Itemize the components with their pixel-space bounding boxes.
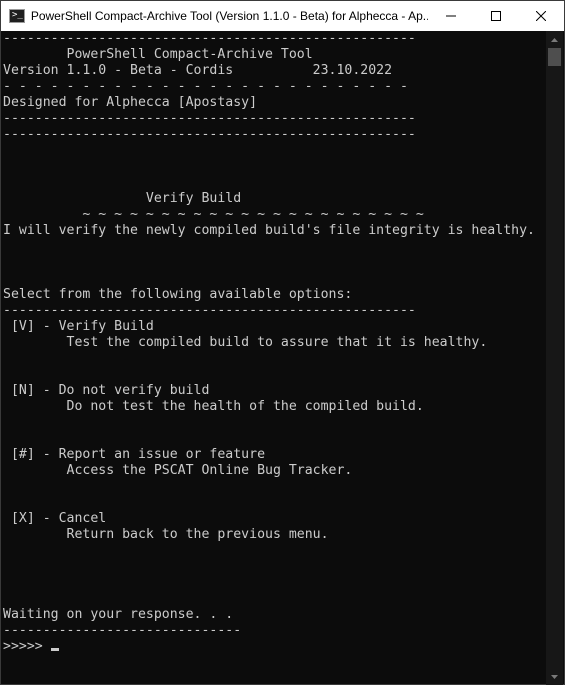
option-do-not-verify: [N] - Do not verify build bbox=[3, 383, 210, 398]
terminal-output[interactable]: ----------------------------------------… bbox=[1, 31, 547, 685]
terminal-line: ----------------------------------------… bbox=[3, 31, 416, 46]
option-report-issue: [#] - Report an issue or feature bbox=[3, 447, 266, 462]
window-title: PowerShell Compact-Archive Tool (Version… bbox=[30, 9, 429, 23]
designed-for-line: Designed for Alphecca [Apostasy] bbox=[3, 95, 258, 110]
option-report-issue-description: Access the PSCAT Online Bug Tracker. bbox=[3, 463, 353, 478]
section-description: I will verify the newly compiled build's… bbox=[3, 223, 535, 238]
option-verify-build-description: Test the compiled build to assure that i… bbox=[3, 335, 488, 350]
terminal-line: ----------------------------------------… bbox=[3, 303, 416, 318]
terminal-line: ----------------------------------------… bbox=[3, 111, 416, 126]
section-title: Verify Build bbox=[3, 191, 242, 206]
powershell-icon[interactable]: >_ bbox=[9, 9, 25, 23]
input-prompt: >>>>> bbox=[3, 639, 51, 654]
vertical-scrollbar[interactable] bbox=[546, 31, 563, 685]
console-window: >_ PowerShell Compact-Archive Tool (Vers… bbox=[0, 0, 565, 685]
version-line: Version 1.1.0 - Beta - Cordis 23.10.2022 bbox=[3, 63, 393, 78]
option-cancel-description: Return back to the previous menu. bbox=[3, 527, 329, 542]
section-underline: ~ ~ ~ ~ ~ ~ ~ ~ ~ ~ ~ ~ ~ ~ ~ ~ ~ ~ ~ ~ … bbox=[3, 207, 424, 222]
waiting-message: Waiting on your response. . . bbox=[3, 607, 234, 622]
close-icon bbox=[536, 11, 547, 21]
minimize-button[interactable] bbox=[428, 1, 473, 31]
close-button[interactable] bbox=[519, 1, 564, 31]
terminal-line: ------------------------------ bbox=[3, 623, 242, 638]
arrow-down-icon bbox=[551, 674, 558, 679]
scroll-up-button[interactable] bbox=[546, 31, 563, 48]
options-heading: Select from the following available opti… bbox=[3, 287, 353, 302]
maximize-icon bbox=[491, 11, 502, 21]
terminal-line: - - - - - - - - - - - - - - - - - - - - … bbox=[3, 79, 408, 94]
input-prompt-line[interactable]: >>>>> bbox=[3, 639, 547, 655]
arrow-up-icon bbox=[551, 37, 558, 42]
text-cursor bbox=[50, 648, 59, 651]
title-bar[interactable]: >_ PowerShell Compact-Archive Tool (Vers… bbox=[1, 1, 564, 31]
minimize-icon bbox=[445, 15, 456, 17]
maximize-button[interactable] bbox=[474, 1, 519, 31]
option-cancel: [X] - Cancel bbox=[3, 511, 107, 526]
scroll-down-button[interactable] bbox=[546, 668, 563, 685]
terminal-line: ----------------------------------------… bbox=[3, 127, 416, 142]
option-verify-build: [V] - Verify Build bbox=[3, 319, 154, 334]
tool-name-line: PowerShell Compact-Archive Tool bbox=[3, 47, 313, 62]
option-do-not-verify-description: Do not test the health of the compiled b… bbox=[3, 399, 424, 414]
scroll-thumb[interactable] bbox=[548, 48, 561, 66]
